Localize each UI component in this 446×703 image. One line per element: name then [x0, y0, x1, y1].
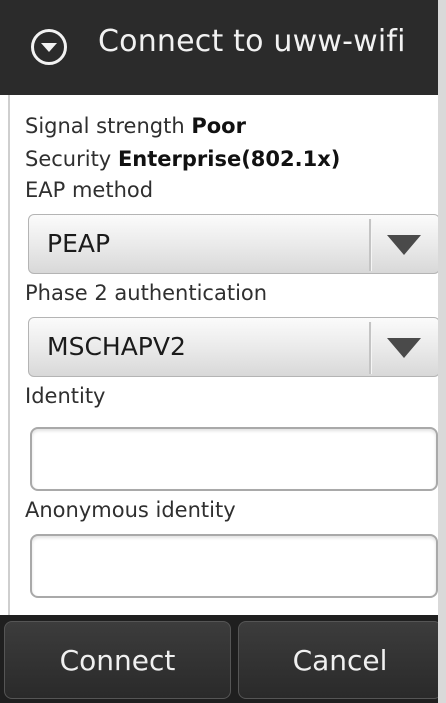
anonymous-identity-label: Anonymous identity	[25, 498, 236, 522]
identity-label: Identity	[25, 384, 106, 408]
identity-input[interactable]	[32, 429, 436, 489]
signal-strength-row: Signal strength Poor	[25, 114, 246, 138]
dialog-titlebar: Connect to uww-wifi	[0, 0, 446, 95]
security-label: Security	[25, 147, 112, 171]
dropdown-arrow-icon	[387, 338, 421, 358]
dropdown-arrow-icon	[387, 235, 421, 255]
signal-strength-label: Signal strength	[25, 114, 185, 138]
dropdown-divider	[369, 219, 372, 271]
security-row: Security Enterprise(802.1x)	[25, 147, 340, 171]
eap-method-label: EAP method	[25, 178, 154, 202]
signal-strength-value: Poor	[191, 114, 246, 138]
phase2-auth-label: Phase 2 authentication	[25, 281, 268, 305]
chevron-down-circle-icon	[31, 29, 67, 65]
dropdown-divider	[369, 322, 372, 374]
dialog-content[interactable]: Signal strength Poor Security Enterprise…	[0, 95, 446, 615]
security-value: Enterprise(802.1x)	[117, 147, 341, 171]
dialog-button-bar: Connect Cancel	[0, 615, 446, 703]
connect-button[interactable]: Connect	[4, 621, 231, 699]
anonymous-identity-field[interactable]	[30, 534, 438, 598]
cancel-button[interactable]: Cancel	[238, 621, 442, 699]
phase2-auth-value: MSCHAPV2	[47, 332, 186, 361]
right-edge-strip	[438, 95, 446, 703]
wifi-connect-dialog: Connect to uww-wifi Signal strength Poor…	[0, 0, 446, 703]
anonymous-identity-input[interactable]	[32, 536, 436, 596]
eap-method-value: PEAP	[47, 229, 111, 258]
dialog-title: Connect to uww-wifi	[98, 24, 406, 59]
phase2-auth-dropdown[interactable]: MSCHAPV2	[28, 317, 440, 377]
eap-method-dropdown[interactable]: PEAP	[28, 214, 440, 274]
identity-field[interactable]	[30, 427, 438, 491]
